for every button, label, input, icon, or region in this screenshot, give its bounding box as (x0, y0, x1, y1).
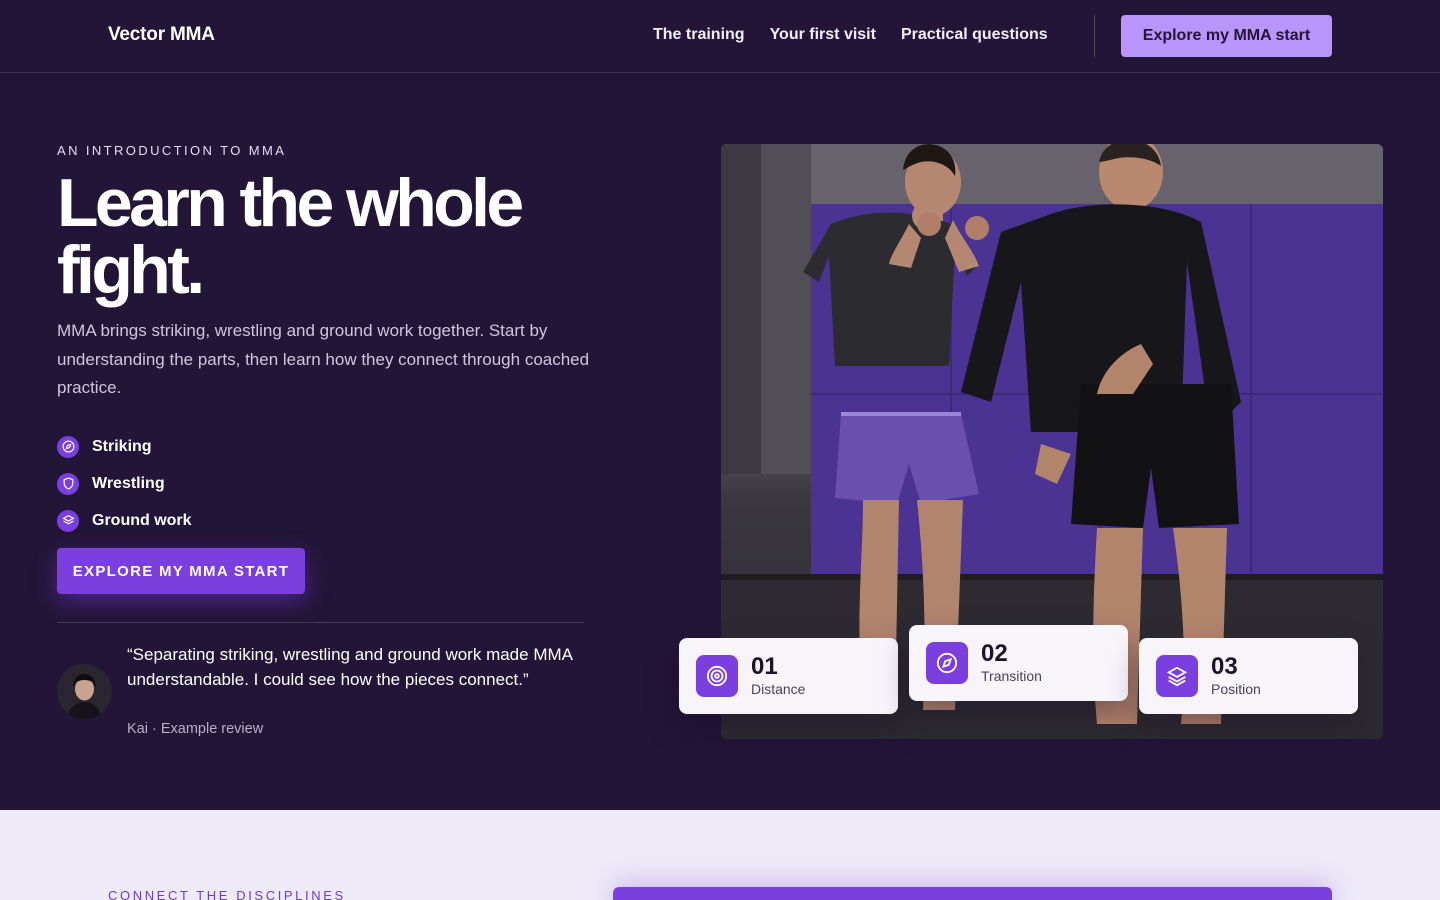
hero-eyebrow: AN INTRODUCTION TO MMA (57, 143, 287, 158)
target-icon (696, 655, 738, 697)
stat-label: Transition (981, 668, 1042, 684)
stat-card-position: 03 Position (1139, 638, 1358, 714)
divider (57, 622, 584, 623)
nav-link-first-visit[interactable]: Your first visit (770, 26, 876, 44)
feature-label: Wrestling (92, 474, 165, 492)
compass-icon (57, 435, 79, 458)
compass-icon (926, 642, 968, 684)
feature-list: Striking Wrestling Ground work (57, 428, 192, 539)
brand-logo[interactable]: Vector MMA (108, 24, 215, 46)
testimonial-author: Kai · Example review (127, 721, 264, 737)
stat-number: 02 (981, 640, 1008, 667)
hero-title: Learn the whole fight. (57, 169, 577, 304)
nav-divider (1094, 15, 1095, 57)
main-nav: The training Your first visit Practical … (653, 26, 1073, 44)
layers-icon (1156, 655, 1198, 697)
feature-label: Ground work (92, 511, 192, 529)
stat-label: Distance (751, 681, 806, 697)
nav-link-practical-questions[interactable]: Practical questions (901, 26, 1048, 44)
stat-label: Position (1211, 681, 1261, 697)
layers-icon (57, 509, 79, 532)
site-header: Vector MMA The training Your first visit… (0, 0, 1440, 73)
avatar (57, 664, 112, 719)
section-eyebrow: CONNECT THE DISCIPLINES (108, 888, 346, 900)
hero-description: MMA brings striking, wrestling and groun… (57, 321, 590, 397)
feature-item-ground-work: Ground work (57, 502, 192, 539)
disciplines-panel (613, 887, 1332, 900)
testimonial-quote: “Separating striking, wrestling and grou… (127, 645, 573, 689)
hero-title-line-1: Learn the whole (57, 165, 524, 241)
stat-card-transition: 02 Transition (909, 625, 1128, 701)
header-cta-button[interactable]: Explore my MMA start (1121, 15, 1332, 57)
stat-number: 03 (1211, 653, 1238, 680)
feature-label: Striking (92, 437, 152, 455)
hero-cta-button[interactable]: EXPLORE MY MMA START (57, 548, 305, 594)
feature-item-wrestling: Wrestling (57, 465, 192, 502)
stat-card-distance: 01 Distance (679, 638, 898, 714)
feature-item-striking: Striking (57, 428, 192, 465)
nav-link-training[interactable]: The training (653, 26, 745, 44)
shield-icon (57, 472, 79, 495)
stat-number: 01 (751, 653, 778, 680)
hero-title-line-2: fight. (57, 232, 205, 308)
disciplines-section: CONNECT THE DISCIPLINES (0, 810, 1440, 900)
